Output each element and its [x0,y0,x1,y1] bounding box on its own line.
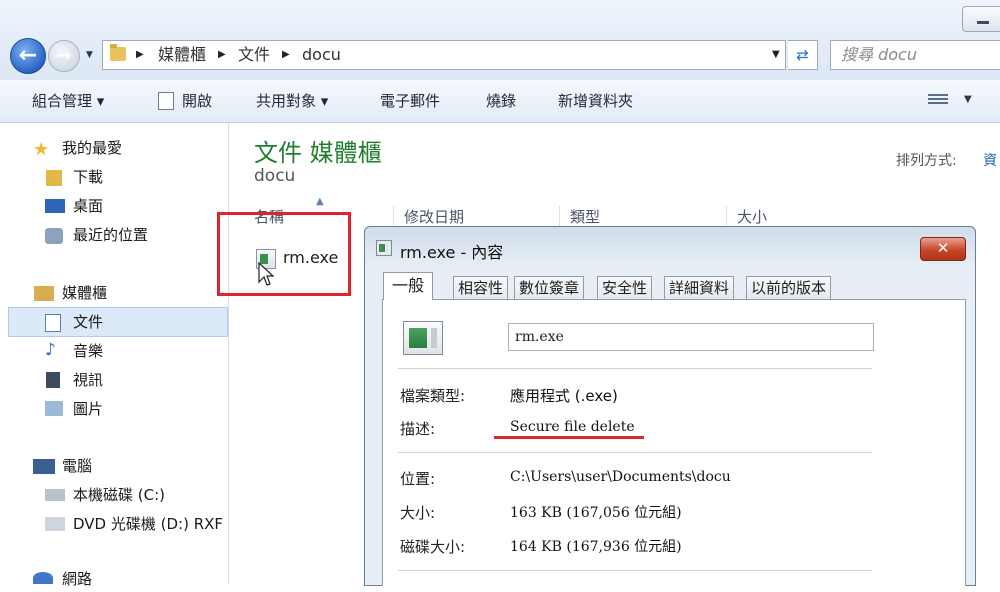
address-dropdown-icon[interactable]: ▼ [772,40,780,70]
sidebar-item-downloads[interactable]: 下載 [73,164,103,190]
sidebar-item-network[interactable]: 網路 [62,566,92,592]
sidebar-item-local-disk[interactable]: 本機磁碟 (C:) [73,482,165,508]
pictures-icon [45,401,63,416]
star-icon: ★ [33,139,50,160]
description-label: 描述: [400,420,436,438]
organize-label: 組合管理 [32,92,93,110]
sidebar-item-computer[interactable]: 電腦 [62,453,92,479]
minimize-button[interactable] [962,6,1000,32]
desktop-icon [45,199,65,213]
sidebar-item-desktop[interactable]: 桌面 [73,193,103,219]
sidebar-selection-highlight [8,307,228,337]
tab-compatibility[interactable]: 相容性 [453,276,509,299]
page-subtitle: docu [254,166,296,186]
forward-button[interactable]: → [48,40,80,72]
tab-previous-versions[interactable]: 以前的版本 [746,276,832,299]
sidebar-item-music[interactable]: 音樂 [73,338,103,364]
tab-security[interactable]: 安全性 [597,276,653,299]
computer-icon [33,459,55,474]
page-title: 文件 媒體櫃 [254,139,382,167]
breadcrumb-arrow-icon[interactable]: ▶ [282,40,290,70]
tab-general[interactable]: 一般 [383,272,434,300]
column-header-size[interactable]: 大小 [726,206,837,228]
column-header-type[interactable]: 類型 [559,206,725,228]
location-label: 位置: [400,470,436,488]
sidebar-item-favorites[interactable]: 我的最愛 [62,135,122,161]
sidebar-item-dvd[interactable]: DVD 光碟機 (D:) RXF [73,511,227,537]
music-icon: ♪ [45,340,56,360]
open-button[interactable]: 開啟 [182,80,212,122]
sidebar-item-pictures[interactable]: 圖片 [73,396,103,422]
file-type-value: 應用程式 (.exe) [510,387,618,405]
downloads-icon [46,170,62,186]
documents-icon [45,314,61,332]
breadcrumb-arrow-icon[interactable]: ▶ [136,40,144,70]
red-underline [494,436,644,439]
location-value: C:\Users\user\Documents\docu [510,469,731,485]
breadcrumb-libraries[interactable]: 媒體櫃 [158,40,206,70]
libraries-icon [34,286,54,301]
exe-file-large-icon [403,321,443,355]
breadcrumb-docu[interactable]: docu [302,40,341,70]
dialog-app-icon [376,240,392,256]
mouse-cursor-icon [258,262,275,286]
email-button[interactable]: 電子郵件 [380,80,440,122]
search-input[interactable]: 搜尋 docu [830,40,1000,70]
burn-button[interactable]: 燒錄 [486,80,516,122]
divider [398,452,872,453]
new-folder-button[interactable]: 新增資料夾 [558,80,633,122]
organize-button[interactable]: 組合管理 ▾ [32,80,104,122]
tab-details[interactable]: 詳細資料 [664,276,735,299]
sidebar-item-documents[interactable]: 文件 [73,309,103,335]
disk-size-label: 磁碟大小: [400,538,466,556]
breadcrumb-documents[interactable]: 文件 [238,40,270,70]
videos-icon [46,372,60,388]
file-name-input[interactable]: rm.exe [508,323,874,351]
description-value: Secure file delete [510,419,635,435]
folder-icon [110,44,126,61]
view-options-icon[interactable] [928,92,948,108]
local-disk-icon [45,489,65,501]
dialog-title: rm.exe - 內容 [400,243,504,262]
network-icon [33,572,53,584]
share-label: 共用對象 [256,92,317,110]
view-dropdown-icon[interactable]: ▼ [964,94,972,105]
sort-by-link[interactable]: 資 [983,150,997,170]
divider [398,570,872,571]
close-button[interactable]: ✕ [920,237,966,261]
recent-places-icon [45,228,63,244]
history-dropdown-icon[interactable]: ▼ [86,50,93,60]
size-value: 163 KB (167,056 位元組) [510,505,682,521]
open-icon [158,92,174,110]
column-header-modified[interactable]: 修改日期 [393,206,559,228]
back-button[interactable]: ← [10,38,46,74]
sidebar-item-recent[interactable]: 最近的位置 [73,222,148,248]
breadcrumb-arrow-icon[interactable]: ▶ [218,40,226,70]
sidebar-item-videos[interactable]: 視訊 [73,367,103,393]
dvd-drive-icon [45,517,65,531]
disk-size-value: 164 KB (167,936 位元組) [510,539,682,555]
divider [398,368,872,369]
sidebar-item-libraries[interactable]: 媒體櫃 [62,280,107,306]
file-type-label: 檔案類型: [400,387,466,405]
size-label: 大小: [400,504,436,522]
sort-label: 排列方式: [896,153,957,169]
tab-digital-signatures[interactable]: 數位簽章 [514,276,585,299]
highlight-box [217,212,351,296]
share-button[interactable]: 共用對象 ▾ [256,80,328,122]
refresh-icon[interactable]: ⇄ [788,40,818,70]
